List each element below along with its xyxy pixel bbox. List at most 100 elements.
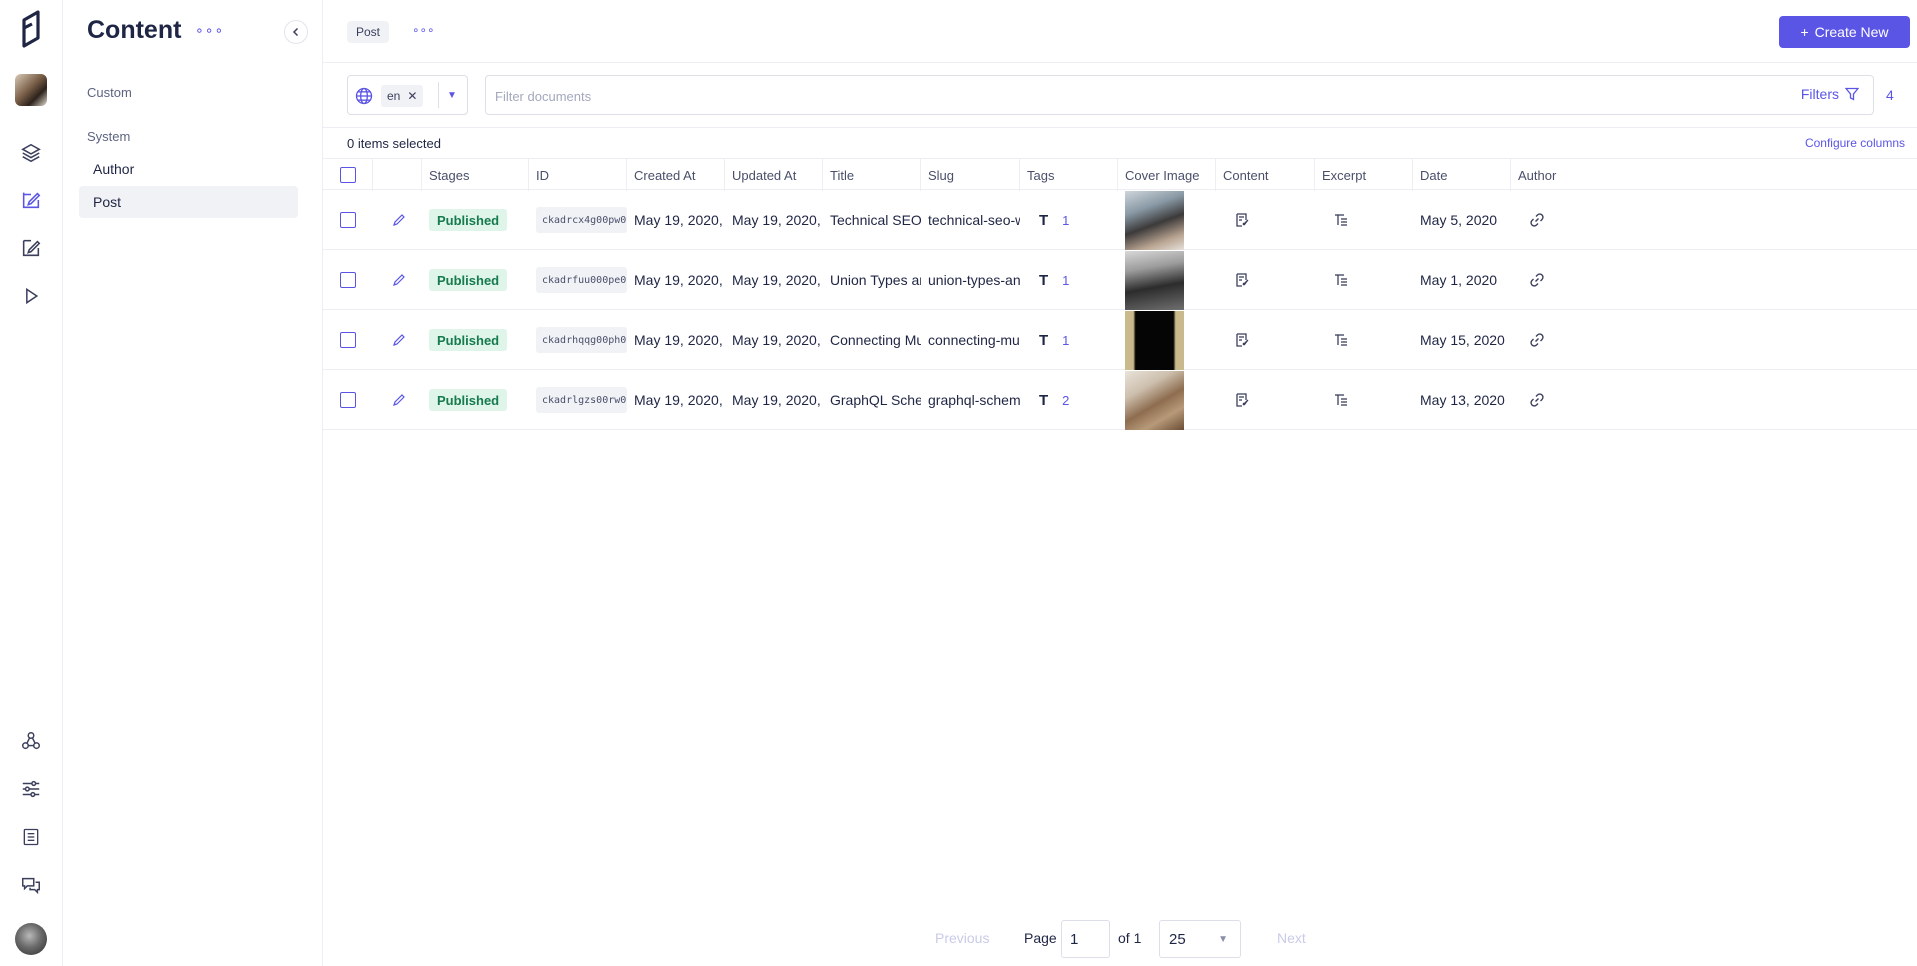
date-cell: May 5, 2020 — [1420, 212, 1498, 228]
filters-button[interactable]: Filters — [1801, 86, 1859, 102]
filter-bar: en ✕ ▼ Filters 4 — [323, 63, 1917, 128]
excerpt-text-icon[interactable] — [1315, 190, 1413, 250]
column-header-updated-at[interactable]: Updated At — [725, 159, 823, 191]
cover-image-thumbnail[interactable] — [1125, 250, 1184, 310]
edit-pencil-icon[interactable] — [373, 370, 422, 430]
filter-documents-field[interactable]: Filters — [485, 75, 1874, 115]
cover-image-thumbnail[interactable] — [1125, 190, 1184, 250]
page-size-select[interactable]: 25 ▼ — [1159, 920, 1241, 958]
sidebar-group-custom[interactable]: Custom — [87, 85, 132, 100]
content-rich-text-icon[interactable] — [1216, 310, 1315, 370]
create-new-button[interactable]: + Create New — [1779, 16, 1910, 48]
column-header-created-at[interactable]: Created At — [627, 159, 725, 191]
id-value[interactable]: ckadrfuu000pe0148 — [536, 267, 627, 293]
edit-pencil-icon[interactable] — [373, 310, 422, 370]
tags-count: 1 — [1062, 212, 1070, 228]
text-type-icon: T — [1039, 271, 1049, 289]
sidebar-group-system[interactable]: System — [87, 129, 130, 144]
select-all-checkbox[interactable] — [340, 167, 356, 183]
id-value[interactable]: ckadrlgzs00rw0152 — [536, 387, 627, 413]
docs-icon[interactable] — [18, 824, 44, 850]
sidebar-item-post[interactable]: Post — [79, 186, 298, 218]
column-header-slug[interactable]: Slug — [921, 159, 1020, 191]
id-value[interactable]: ckadrhqqg00ph0108 — [536, 327, 627, 353]
document-count: 4 — [1886, 87, 1894, 103]
edit-pencil-icon[interactable] — [373, 190, 422, 250]
row-checkbox[interactable] — [340, 272, 356, 288]
excerpt-text-icon[interactable] — [1315, 250, 1413, 310]
api-playground-play-icon[interactable] — [18, 283, 44, 309]
column-header-stages[interactable]: Stages — [422, 159, 529, 191]
author-link-icon[interactable] — [1511, 370, 1631, 430]
next-page-button[interactable]: Next — [1277, 930, 1306, 946]
cover-image-thumbnail[interactable] — [1125, 370, 1184, 430]
content-sidebar: Content ∘∘∘ Custom System Author Post — [63, 0, 323, 966]
table-row[interactable]: Published ckadrcx4g00pw0152 May 19, 2020, … — [323, 190, 1917, 250]
author-link-icon[interactable] — [1511, 250, 1631, 310]
remove-locale-icon[interactable]: ✕ — [407, 89, 417, 103]
sidebar-item-author[interactable]: Author — [79, 153, 298, 185]
column-header-date[interactable]: Date — [1413, 159, 1511, 191]
content-rich-text-icon[interactable] — [1216, 370, 1315, 430]
excerpt-text-icon[interactable] — [1315, 310, 1413, 370]
assets-edit-icon[interactable] — [18, 235, 44, 261]
tags-cell[interactable]: T2 — [1020, 370, 1118, 430]
locale-dropdown-icon[interactable]: ▼ — [447, 90, 457, 101]
top-bar: Post ∘∘∘ + Create New — [323, 0, 1917, 63]
title-cell: Union Types and S — [830, 272, 921, 288]
column-header-content[interactable]: Content — [1216, 159, 1315, 191]
created-at-cell: May 19, 2020, 12:1 — [634, 212, 725, 228]
content-rich-text-icon[interactable] — [1216, 190, 1315, 250]
cover-image-cell — [1118, 250, 1216, 310]
page-total: of 1 — [1118, 930, 1142, 946]
id-value[interactable]: ckadrcx4g00pw0152 — [536, 207, 627, 233]
webhooks-icon[interactable] — [18, 728, 44, 754]
row-checkbox[interactable] — [340, 332, 356, 348]
documents-table: Stages ID Created At Updated At Title Sl… — [323, 158, 1917, 430]
tags-cell[interactable]: T1 — [1020, 310, 1118, 370]
model-more-icon[interactable]: ∘∘∘ — [412, 23, 435, 37]
sidebar-more-icon[interactable]: ∘∘∘ — [195, 22, 224, 39]
previous-page-button[interactable]: Previous — [935, 930, 989, 946]
row-select-cell — [323, 310, 373, 370]
settings-sliders-icon[interactable] — [18, 776, 44, 802]
content-edit-icon[interactable] — [18, 187, 44, 213]
column-header-title[interactable]: Title — [823, 159, 921, 191]
content-rich-text-icon[interactable] — [1216, 250, 1315, 310]
configure-columns-link[interactable]: Configure columns — [1805, 136, 1905, 150]
user-avatar[interactable] — [15, 923, 47, 955]
locale-selector[interactable]: en ✕ ▼ — [347, 75, 468, 115]
column-header-tags[interactable]: Tags — [1020, 159, 1118, 191]
excerpt-text-icon[interactable] — [1315, 370, 1413, 430]
hygraph-logo-icon[interactable] — [20, 10, 44, 48]
tags-cell[interactable]: T1 — [1020, 250, 1118, 310]
column-header-excerpt[interactable]: Excerpt — [1315, 159, 1413, 191]
row-checkbox[interactable] — [340, 212, 356, 228]
project-thumbnail[interactable] — [15, 74, 47, 106]
column-header-cover-image[interactable]: Cover Image — [1118, 159, 1216, 191]
author-link-icon[interactable] — [1511, 190, 1631, 250]
row-checkbox[interactable] — [340, 392, 356, 408]
column-header-id[interactable]: ID — [529, 159, 627, 191]
edit-pencil-icon[interactable] — [373, 250, 422, 310]
table-row[interactable]: Published ckadrhqqg00ph0108 May 19, 2020, … — [323, 310, 1917, 370]
table-row[interactable]: Published ckadrlgzs00rw0152 May 19, 2020, … — [323, 370, 1917, 430]
chat-support-icon[interactable] — [18, 872, 44, 898]
date-cell: May 13, 2020 — [1420, 392, 1505, 408]
text-type-icon: T — [1039, 391, 1049, 409]
table-row[interactable]: Published ckadrfuu000pe0148 May 19, 2020, … — [323, 250, 1917, 310]
updated-at-cell: May 19, 2020, 12:1 — [732, 392, 823, 408]
id-cell: ckadrlgzs00rw0152 — [529, 370, 627, 430]
page-number-input[interactable] — [1061, 920, 1110, 958]
breadcrumb[interactable]: Post — [347, 21, 390, 43]
column-header-author[interactable]: Author — [1511, 159, 1917, 191]
filter-documents-input[interactable] — [495, 85, 1495, 107]
status-badge: Published — [429, 389, 508, 411]
cover-image-thumbnail[interactable] — [1125, 310, 1184, 370]
schema-layers-icon[interactable] — [18, 140, 44, 166]
collapse-sidebar-button[interactable] — [284, 20, 308, 44]
author-link-icon[interactable] — [1511, 310, 1631, 370]
chevron-left-icon — [292, 27, 299, 37]
locale-chip[interactable]: en ✕ — [381, 85, 424, 107]
tags-cell[interactable]: T1 — [1020, 190, 1118, 250]
